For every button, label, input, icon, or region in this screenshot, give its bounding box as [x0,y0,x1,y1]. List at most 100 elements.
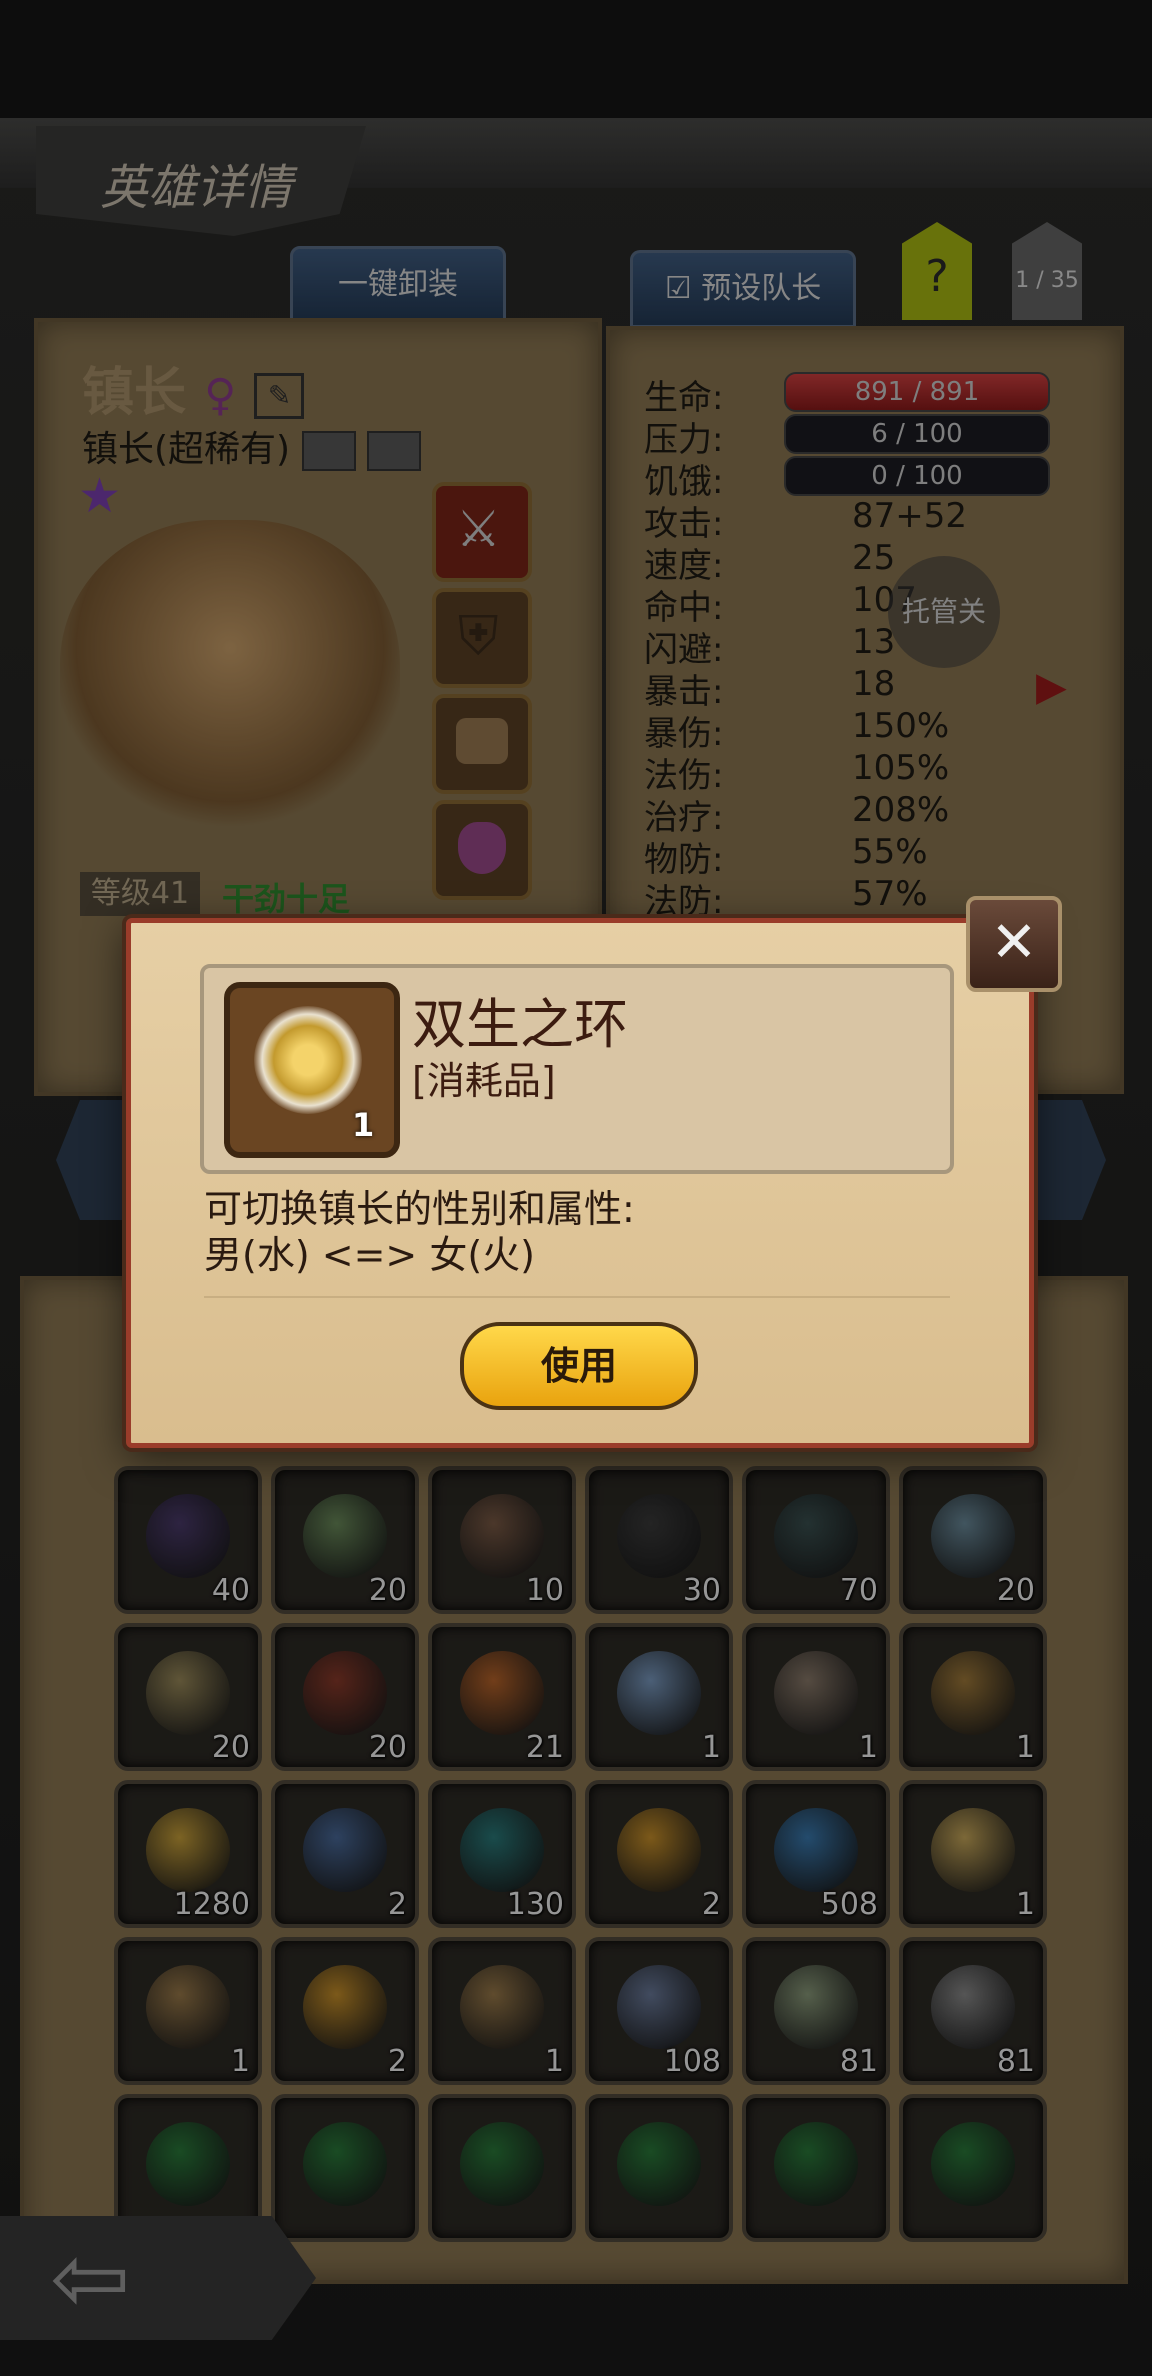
stress-bar: 6 / 100 [784,414,1050,454]
inventory-slot[interactable]: 2 [585,1780,733,1928]
stat-label: 法防: [644,882,724,922]
hero-green-hair-icon [303,1494,387,1578]
stat-value: 13 [852,622,896,662]
item-quantity: 1 [352,1106,375,1144]
inventory-slot[interactable] [742,2094,890,2242]
item-count: 1 [858,1730,878,1765]
inventory-slot[interactable]: 30 [585,1466,733,1614]
item-count: 20 [368,1730,407,1765]
shield-slot[interactable]: ⛨ [432,588,532,688]
inventory-slot[interactable]: 1 [114,1937,262,2085]
inventory-slot[interactable]: 21 [428,1623,576,1771]
hero-portrait [60,520,400,840]
inventory-slot[interactable]: 130 [428,1780,576,1928]
inventory-slot[interactable]: 1 [585,1623,733,1771]
inventory-slot[interactable] [271,2094,419,2242]
female-symbol-icon: ♀ [204,370,237,421]
close-dialog-button[interactable]: ✕ [966,896,1062,992]
stat-row: 命中: 107 [644,580,1114,628]
page-title: 英雄详情 [100,160,293,216]
gold-scepter-icon [617,1808,701,1892]
accessory-slot[interactable] [432,800,532,900]
item-count: 2 [701,1887,721,1922]
inventory-slot[interactable]: 1280 [114,1780,262,1928]
stat-row: 速度: 25 [644,538,1114,586]
item-count: 21 [525,1730,564,1765]
item-description: 可切换镇长的性别和属性: 男(水) <=> 女(火) [204,1186,924,1278]
stat-value: 18 [852,664,896,704]
item-count: 2 [387,1887,407,1922]
stat-value: 150% [852,706,950,746]
stat-value: 105% [852,748,950,788]
inventory-slot[interactable]: 2 [271,1780,419,1928]
inventory-slot[interactable]: 1 [742,1623,890,1771]
shield-icon: ⛨ [458,604,499,667]
hero-blonde-hair-icon [146,1651,230,1735]
item-count: 20 [996,1573,1035,1608]
hero-subtitle: 镇长(超稀有) [82,420,421,472]
hunger-bar: 0 / 100 [784,456,1050,496]
item-count: 2 [387,2044,407,2079]
teal-emblem-icon [460,1808,544,1892]
use-item-button[interactable]: 使用 [460,1322,698,1410]
unequip-all-button[interactable]: 一键卸装 [290,246,506,324]
hero-name: 镇长 ♀ ✎ [82,350,305,425]
hero-dark-hair-icon [146,1494,230,1578]
item-count: 81 [996,2044,1035,2079]
item-count: 108 [663,2044,721,2079]
green-orb-icon [774,2122,858,2206]
inventory-slot[interactable]: 508 [742,1780,890,1928]
scroll-icon [931,1651,1015,1735]
stat-value: 57% [852,874,928,914]
inventory-slot[interactable]: 81 [742,1937,890,2085]
auto-battle-toggle[interactable]: 托管关 [888,556,1000,668]
stat-row: 攻击: 87+52 [644,496,1114,544]
expand-arrow-icon[interactable]: ▶ [1036,664,1067,710]
blue-potion-icon [774,1808,858,1892]
inventory-slot[interactable]: 1 [899,1623,1047,1771]
inventory-slot[interactable]: 2 [271,1937,419,2085]
item-count: 130 [506,1887,564,1922]
inventory-slot[interactable]: 108 [585,1937,733,2085]
inventory-slot[interactable]: 40 [114,1466,262,1614]
back-arrow-icon: ⇦ [50,2222,131,2334]
knife-icon [774,1651,858,1735]
back-button[interactable] [0,2216,316,2340]
pouch-icon [458,822,506,874]
inventory-slot[interactable]: 1 [428,1937,576,2085]
preset-leader-button[interactable]: ☑ 预设队长 [630,250,856,328]
inventory-slot[interactable] [899,2094,1047,2242]
stat-value: 25 [852,538,896,578]
inventory-slot[interactable] [428,2094,576,2242]
inventory-slot[interactable]: 20 [114,1623,262,1771]
inventory-slot[interactable]: 20 [899,1466,1047,1614]
stat-row: 治疗: 208% [644,790,1114,838]
link-icon[interactable] [367,431,421,471]
item-count: 30 [682,1573,721,1608]
hunger-row: 饥饿: 0 / 100 [644,454,1114,502]
golden-key-icon [146,1808,230,1892]
inventory-slot[interactable]: 1 [899,1780,1047,1928]
hero-black-hair-icon [617,1494,701,1578]
treasure-chest-icon [460,1965,544,2049]
green-orb-icon [303,2122,387,2206]
hero-teal-hair-icon [774,1494,858,1578]
swap-icon[interactable] [301,431,356,471]
stat-value: 208% [852,790,950,830]
inventory-slot[interactable]: 20 [271,1466,419,1614]
item-count: 70 [839,1573,878,1608]
hp-row: 生命: 891 / 891 [644,370,1114,418]
item-count: 1 [1015,1730,1035,1765]
inventory-slot[interactable]: 10 [428,1466,576,1614]
armor-slot[interactable] [432,694,532,794]
inventory-slot[interactable]: 70 [742,1466,890,1614]
checkbox-icon: ☑ [664,271,692,306]
inventory-slot[interactable] [585,2094,733,2242]
pirate-bag-icon [303,1965,387,2049]
hero-red-hair-icon [303,1651,387,1735]
inventory-slot[interactable]: 81 [899,1937,1047,2085]
stress-row: 压力: 6 / 100 [644,412,1114,460]
inventory-slot[interactable]: 20 [271,1623,419,1771]
edit-name-icon[interactable]: ✎ [254,373,305,419]
weapon-slot[interactable]: ⚔ [432,482,532,582]
